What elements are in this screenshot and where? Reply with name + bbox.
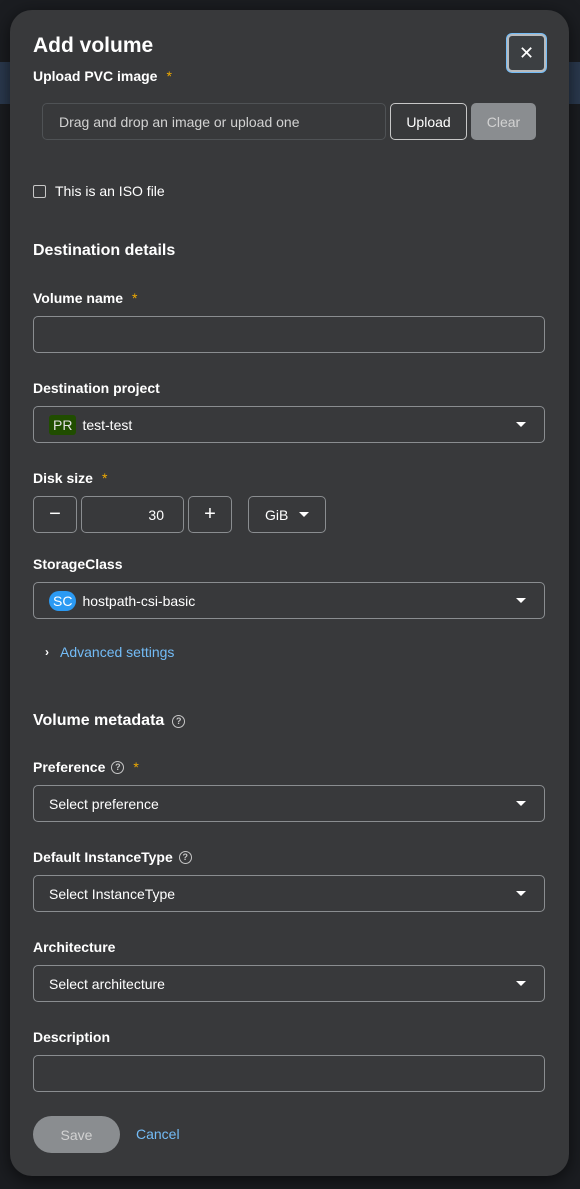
file-drop-placeholder: Drag and drop an image or upload one bbox=[59, 113, 300, 130]
storage-class-select[interactable]: SC hostpath-csi-basic bbox=[33, 582, 545, 619]
modal-title: Add volume bbox=[33, 34, 154, 57]
caret-down-icon bbox=[299, 512, 309, 517]
iso-checkbox-row[interactable]: This is an ISO file bbox=[33, 183, 165, 199]
project-value: test-test bbox=[82, 416, 133, 433]
upload-label: Upload PVC image bbox=[33, 68, 158, 84]
architecture-select[interactable]: Select architecture bbox=[33, 965, 545, 1002]
iso-checkbox[interactable] bbox=[33, 184, 46, 198]
project-badge: PR bbox=[49, 414, 77, 435]
volume-name-label: Volume name bbox=[33, 290, 123, 306]
architecture-label: Architecture bbox=[33, 939, 116, 955]
advanced-settings-toggle[interactable]: › Advanced settings bbox=[45, 644, 174, 660]
preference-label: Preference bbox=[33, 759, 106, 775]
upload-label-row: Upload PVC image * bbox=[33, 68, 172, 84]
metadata-section-title: Volume metadata bbox=[33, 712, 165, 729]
clear-button[interactable]: Clear bbox=[471, 103, 536, 140]
caret-down-icon bbox=[516, 891, 526, 896]
close-icon: ✕ bbox=[518, 43, 535, 63]
caret-down-icon bbox=[516, 801, 526, 806]
save-button[interactable]: Save bbox=[33, 1116, 120, 1153]
disk-size-label: Disk size bbox=[33, 470, 93, 486]
preference-value: Select preference bbox=[49, 795, 159, 812]
disk-unit-value: GiB bbox=[265, 506, 289, 523]
architecture-value: Select architecture bbox=[49, 975, 165, 992]
iso-checkbox-label[interactable]: This is an ISO file bbox=[55, 183, 165, 199]
disk-size-input[interactable]: 30 bbox=[81, 496, 184, 533]
disk-size-label-row: Disk size * bbox=[33, 470, 107, 486]
file-drop-zone[interactable]: Drag and drop an image or upload one bbox=[42, 103, 386, 140]
cancel-button[interactable]: Cancel bbox=[136, 1126, 180, 1142]
add-volume-modal: Add volume ✕ Upload PVC image * Drag and… bbox=[10, 10, 569, 1176]
caret-down-icon bbox=[516, 422, 526, 427]
storage-class-badge: SC bbox=[49, 590, 77, 611]
instancetype-label: Default InstanceType bbox=[33, 849, 173, 865]
instancetype-label-row: Default InstanceType ? bbox=[33, 849, 192, 865]
destination-project-select[interactable]: PR test-test bbox=[33, 406, 545, 443]
caret-down-icon bbox=[516, 981, 526, 986]
close-button[interactable]: ✕ bbox=[507, 34, 546, 72]
advanced-settings-label[interactable]: Advanced settings bbox=[60, 644, 174, 660]
description-input[interactable] bbox=[33, 1055, 545, 1092]
disk-unit-select[interactable]: GiB bbox=[248, 496, 326, 533]
storage-class-label: StorageClass bbox=[33, 556, 123, 572]
instancetype-value: Select InstanceType bbox=[49, 885, 176, 902]
upload-button[interactable]: Upload bbox=[390, 103, 467, 140]
destination-section-title: Destination details bbox=[33, 242, 176, 259]
help-icon[interactable]: ? bbox=[111, 760, 125, 774]
destination-project-label: Destination project bbox=[33, 380, 160, 396]
disk-size-decrement-button[interactable]: − bbox=[33, 496, 77, 533]
caret-down-icon bbox=[516, 598, 526, 603]
required-mark: * bbox=[133, 759, 139, 775]
minus-icon: − bbox=[49, 503, 61, 525]
required-mark: * bbox=[101, 470, 108, 486]
required-mark: * bbox=[132, 290, 138, 306]
volume-name-input[interactable] bbox=[33, 316, 545, 353]
disk-size-increment-button[interactable]: + bbox=[188, 496, 232, 533]
preference-select[interactable]: Select preference bbox=[33, 785, 545, 822]
storage-class-value: hostpath-csi-basic bbox=[82, 592, 196, 609]
instancetype-select[interactable]: Select InstanceType bbox=[33, 875, 545, 912]
required-mark: * bbox=[166, 68, 172, 84]
description-label: Description bbox=[33, 1029, 111, 1045]
plus-icon: + bbox=[204, 503, 216, 525]
metadata-section-title-row: Volume metadata ? bbox=[33, 712, 186, 730]
help-icon[interactable]: ? bbox=[172, 714, 186, 728]
volume-name-label-row: Volume name * bbox=[33, 290, 137, 306]
help-icon[interactable]: ? bbox=[178, 850, 192, 864]
preference-label-row: Preference ? * bbox=[33, 759, 139, 775]
chevron-right-icon: › bbox=[45, 645, 49, 659]
